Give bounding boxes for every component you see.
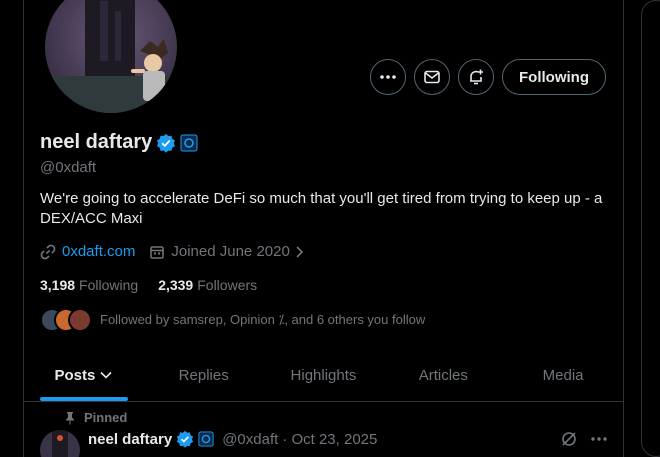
profile-meta: 0xdaft.com Joined June 2020 <box>40 243 306 260</box>
display-name: neel daftary <box>40 131 153 153</box>
website-link[interactable]: 0xdaft.com <box>62 243 135 260</box>
grok-icon[interactable] <box>560 430 578 448</box>
calendar-icon <box>150 245 165 259</box>
bell-plus-icon <box>470 69 483 85</box>
notifications-button[interactable] <box>458 59 494 95</box>
profile-tabs: Posts Replies Highlights Articles Media <box>24 349 623 402</box>
pinned-label: Pinned <box>84 410 128 425</box>
tab-highlights[interactable]: Highlights <box>264 349 384 401</box>
follower-avatars <box>40 308 92 332</box>
tab-articles[interactable]: Articles <box>383 349 503 401</box>
more-icon[interactable] <box>590 430 608 448</box>
profile-avatar[interactable] <box>42 0 180 116</box>
followers-stat[interactable]: 2,339 Followers <box>158 277 257 293</box>
chevron-down-icon <box>100 371 112 379</box>
tab-replies[interactable]: Replies <box>144 349 264 401</box>
tab-posts[interactable]: Posts <box>24 349 144 401</box>
tab-media[interactable]: Media <box>503 349 623 401</box>
pin-icon <box>66 411 74 424</box>
mail-icon <box>424 70 440 84</box>
sidebar-card <box>641 0 660 457</box>
chevron-right-icon[interactable] <box>294 245 306 259</box>
tweet-avatar[interactable] <box>40 430 80 457</box>
message-button[interactable] <box>414 59 450 95</box>
affiliate-badge-icon[interactable] <box>198 431 214 447</box>
follow-stats: 3,198 Following 2,339 Followers <box>40 277 257 293</box>
tweet-author-handle[interactable]: @0xdaft <box>222 431 278 448</box>
followed-by-row[interactable]: Followed by samsrep, Opinion ⁒, and 6 ot… <box>40 308 425 332</box>
profile-bio: We're going to accelerate DeFi so much t… <box>40 190 603 227</box>
tweet-date[interactable]: · Oct 23, 2025 <box>282 431 377 448</box>
name-row: neel daftary <box>40 131 198 154</box>
following-stat[interactable]: 3,198 Following <box>40 277 138 293</box>
verified-badge-icon[interactable] <box>156 133 176 153</box>
timeline-right-border <box>623 0 624 457</box>
tweet-header: neel daftary @0xdaft · Oct 23, 2025 <box>88 430 377 448</box>
joined-date[interactable]: Joined June 2020 <box>171 243 289 260</box>
tweet-author-name[interactable]: neel daftary <box>88 431 172 448</box>
more-icon <box>380 75 396 79</box>
affiliate-badge-icon[interactable] <box>180 134 198 152</box>
link-icon <box>40 244 56 259</box>
more-button[interactable] <box>370 59 406 95</box>
following-button[interactable]: Following <box>502 59 606 95</box>
verified-badge-icon[interactable] <box>176 430 194 448</box>
followed-by-text: Followed by samsrep, Opinion ⁒, and 6 ot… <box>100 312 426 327</box>
follower-avatar <box>68 308 92 332</box>
pinned-indicator: Pinned <box>64 410 127 425</box>
profile-handle: @0xdaft <box>40 159 97 176</box>
tweet-actions <box>560 430 608 448</box>
